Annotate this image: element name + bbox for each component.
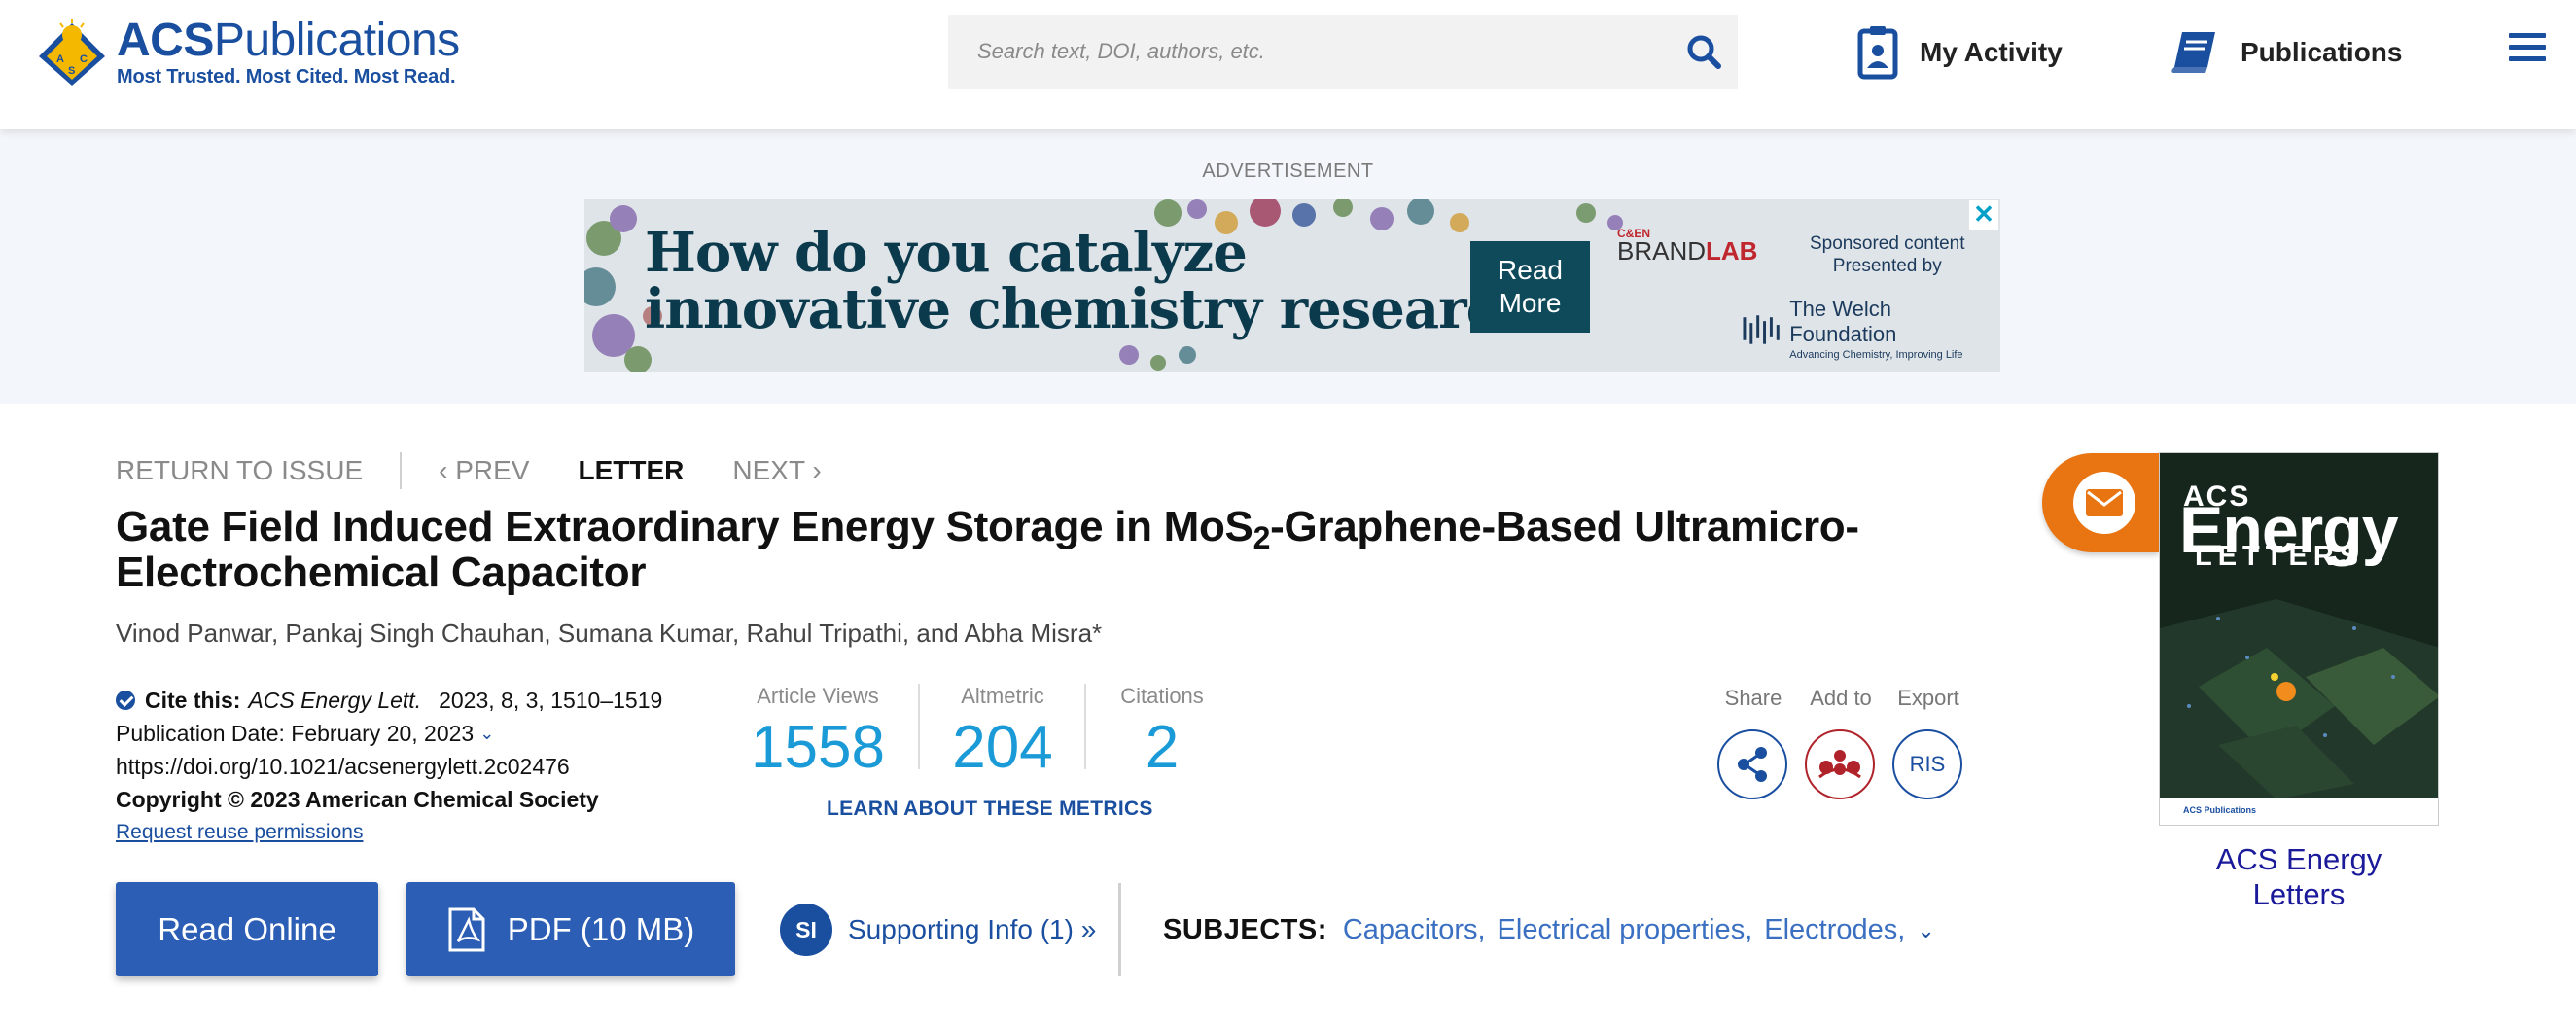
hamburger-menu-icon[interactable] (2509, 33, 2546, 66)
cover-letters-text: LETTERS (2195, 541, 2365, 572)
supporting-info-link[interactable]: SI Supporting Info (1) » (780, 904, 1096, 956)
add-to-button[interactable] (1805, 729, 1875, 799)
article-authors: Vinod Panwar, Pankaj Singh Chauhan, Suma… (116, 619, 1103, 648)
ad-read-more-button[interactable]: Read More (1470, 241, 1590, 333)
advertisement-label: ADVERTISEMENT (1202, 160, 1374, 182)
search-bar (948, 15, 1738, 89)
acs-diamond-logo-icon: A C S (39, 19, 105, 86)
section-divider (1118, 883, 1121, 976)
subjects-label: SUBJECTS: (1163, 914, 1327, 945)
journal-cover-image[interactable]: ACS Energy LETTERS ACS Publications (2159, 452, 2439, 826)
share-icon (1738, 747, 1767, 782)
svg-text:C: C (80, 53, 88, 65)
reuse-permissions-link[interactable]: Request reuse permissions (116, 816, 662, 849)
my-activity-label: My Activity (1920, 37, 2063, 67)
logo-tagline: Most Trusted. Most Cited. Most Read. (117, 65, 456, 88)
add-to-label: Add to (1810, 686, 1872, 710)
envelope-icon (2073, 472, 2135, 534)
logo-title: ACSPublications (117, 14, 460, 66)
read-online-button[interactable]: Read Online (116, 882, 378, 976)
article-type-label: LETTER (578, 455, 685, 485)
journal-name-link[interactable]: ACS Energy Letters (2167, 842, 2431, 912)
chevron-down-icon[interactable]: ⌄ (1917, 918, 1934, 943)
brandlab-logo: C&EN BRANDLAB (1617, 227, 1758, 266)
publications-label: Publications (2241, 37, 2403, 67)
cover-footer: ACS Publications (2160, 798, 2438, 825)
share-label: Share (1724, 686, 1782, 710)
verified-check-icon (116, 691, 135, 710)
cite-reference: 2023, 8, 3, 1510–1519 (439, 688, 663, 713)
doi-link[interactable]: https://doi.org/10.1021/acsenergylett.2c… (116, 750, 662, 783)
subjects-list: SUBJECTS: Capacitors, Electrical propert… (1163, 914, 1935, 946)
prev-article-link[interactable]: ‹ PREV (439, 455, 529, 486)
acs-logo[interactable]: A C S ACSPublications Most Trusted. Most… (37, 14, 460, 88)
advertisement-band: ADVERTISEMENT How do you catalyze innova… (0, 129, 2576, 404)
publication-date-toggle[interactable]: Publication Date: February 20, 2023 ⌄ (116, 717, 662, 750)
chevron-down-icon: ⌄ (479, 724, 495, 743)
ad-banner[interactable]: How do you catalyze innovative chemistry… (584, 199, 2000, 372)
citations-metric[interactable]: Citations 2 (1112, 684, 1212, 779)
email-alert-button[interactable] (2042, 453, 2159, 552)
altmetric-metric[interactable]: Altmetric 204 (938, 684, 1067, 779)
ad-sponsor-text: Sponsored content Presented by (1810, 233, 1965, 276)
clipboard-icon (1857, 26, 1898, 80)
copyright-notice: Copyright © 2023 American Chemical Socie… (116, 787, 599, 812)
search-icon (1687, 35, 1721, 69)
search-input[interactable] (948, 15, 1670, 89)
ad-close-icon[interactable]: ✕ (1969, 200, 1998, 230)
cite-label: Cite this: (145, 688, 241, 713)
article-navigation: RETURN TO ISSUE ‹ PREV LETTER NEXT › (116, 451, 822, 490)
svg-text:A: A (56, 53, 64, 65)
return-to-issue-link[interactable]: RETURN TO ISSUE (116, 455, 363, 486)
nav-divider (400, 452, 403, 489)
welch-foundation-logo: The Welch Foundation Advancing Chemistry… (1742, 297, 2000, 361)
export-ris-button[interactable]: RIS (1892, 729, 1962, 799)
subject-tag[interactable]: Electrical properties, (1498, 914, 1753, 946)
metric-divider (1084, 684, 1086, 769)
share-button[interactable] (1717, 729, 1787, 799)
metric-divider (918, 684, 920, 769)
mendeley-icon (1818, 750, 1861, 779)
export-label: Export (1897, 686, 1959, 710)
subject-tag[interactable]: Electrodes, (1764, 914, 1905, 946)
site-header: A C S ACSPublications Most Trusted. Most… (0, 0, 2576, 129)
pdf-download-button[interactable]: PDF (10 MB) (406, 882, 735, 976)
cite-journal: ACS Energy Lett. (248, 688, 422, 713)
book-icon (2171, 32, 2215, 73)
svg-text:S: S (68, 65, 75, 77)
subject-tag[interactable]: Capacitors, (1343, 914, 1486, 946)
pdf-button-label: PDF (10 MB) (507, 910, 695, 947)
citation-block: Cite this: ACS Energy Lett. 2023, 8, 3, … (116, 684, 662, 849)
next-article-link[interactable]: NEXT › (732, 455, 821, 486)
learn-metrics-link[interactable]: LEARN ABOUT THESE METRICS (827, 798, 1153, 821)
ad-headline: How do you catalyze innovative chemistry… (645, 221, 1569, 341)
my-activity-link[interactable]: My Activity (1857, 21, 2063, 84)
supporting-info-label: Supporting Info (1) » (848, 914, 1097, 944)
article-views-metric: Article Views 1558 (751, 684, 885, 781)
article-title: Gate Field Induced Extraordinary Energy … (116, 503, 1859, 596)
si-badge-icon: SI (780, 904, 832, 956)
welch-logo-icon (1743, 315, 1780, 344)
publications-link[interactable]: Publications (2170, 21, 2402, 84)
pdf-file-icon (448, 907, 485, 951)
search-button[interactable] (1670, 15, 1738, 89)
